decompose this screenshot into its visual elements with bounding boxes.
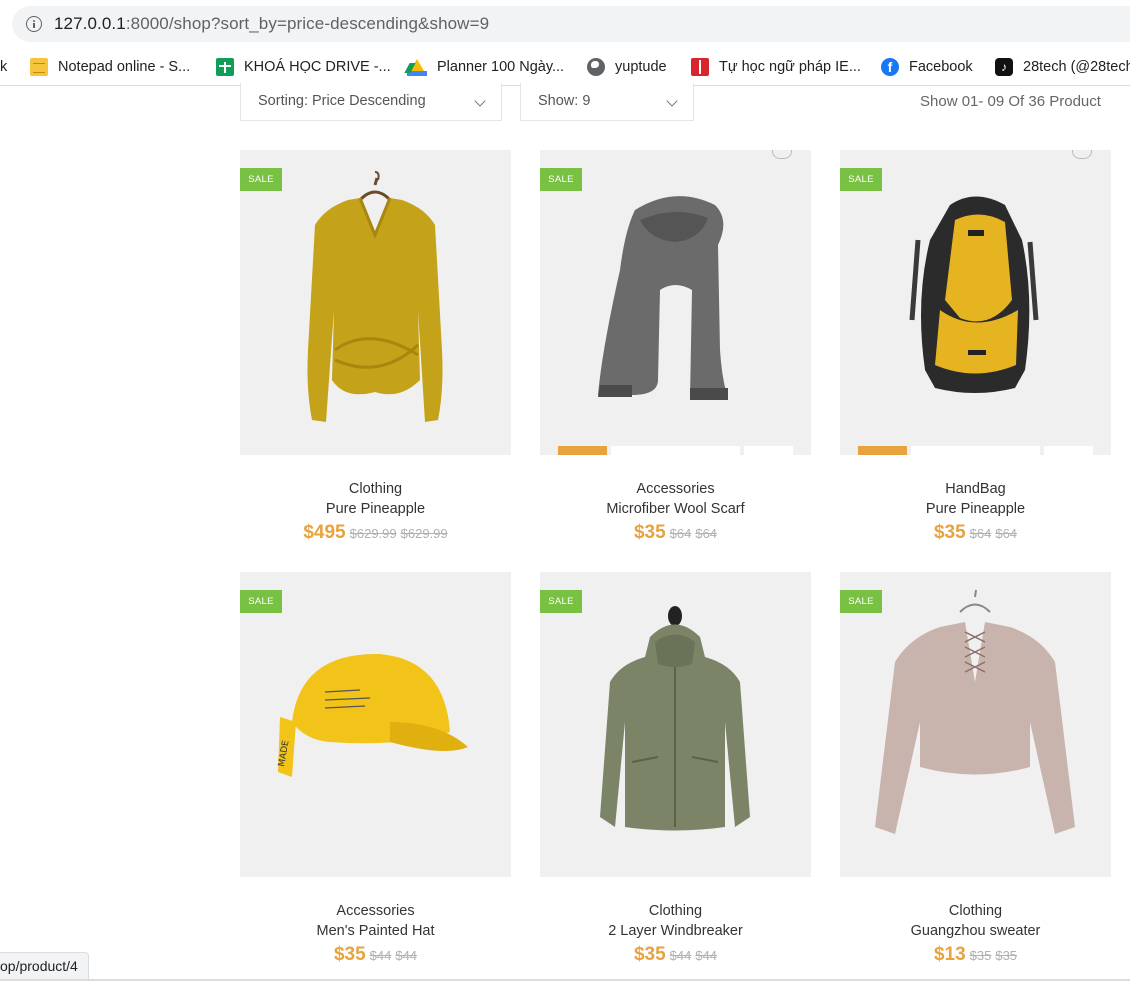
old-price: $629.99 xyxy=(349,526,397,541)
address-bar: 127.0.0.1:8000/shop?sort_by=price-descen… xyxy=(0,0,1130,48)
old-price: $64 xyxy=(969,526,992,541)
product-name[interactable]: Men's Painted Hat xyxy=(240,923,511,939)
compare-button[interactable] xyxy=(744,446,793,455)
add-to-cart-button[interactable] xyxy=(858,446,907,455)
current-price: $13 xyxy=(933,944,966,965)
bookmark-khoa-hoc-drive[interactable]: KHOÁ HỌC DRIVE -... xyxy=(216,56,391,78)
product-image[interactable]: MADE xyxy=(240,572,511,877)
old-price: $64 xyxy=(695,526,718,541)
product-name[interactable]: 2 Layer Windbreaker xyxy=(540,923,811,939)
product-price: $35 $44 $44 xyxy=(540,944,811,966)
drive-icon xyxy=(407,58,427,76)
sorting-label: Sorting: Price Descending xyxy=(258,93,426,109)
old-price: $35 xyxy=(969,948,992,963)
old-price: $35 xyxy=(995,948,1018,963)
tiktok-icon: ♪ xyxy=(995,58,1013,76)
sale-badge: SALE xyxy=(240,168,282,191)
sale-badge: SALE xyxy=(840,168,882,191)
bookmarks-bar: k Notepad online - S... KHOÁ HỌC DRIVE -… xyxy=(0,48,1130,86)
add-to-cart-button[interactable] xyxy=(558,446,607,455)
old-price: $44 xyxy=(669,948,692,963)
current-price: $35 xyxy=(933,522,966,543)
bookmark-planner[interactable]: Planner 100 Ngày... xyxy=(407,56,564,78)
sheets-icon xyxy=(216,58,234,76)
old-price: $44 xyxy=(695,948,718,963)
show-label: Show: 9 xyxy=(538,93,591,109)
yellow-cap-image: MADE xyxy=(277,653,468,777)
bookmark-28tech[interactable]: ♪ 28tech (@28tech xyxy=(995,56,1130,78)
yellow-backpack-image xyxy=(909,196,1039,393)
old-price: $629.99 xyxy=(400,526,448,541)
info-icon[interactable] xyxy=(26,16,42,32)
quick-view-button[interactable] xyxy=(911,446,1040,455)
product-category[interactable]: Accessories xyxy=(240,903,511,919)
bookmark-tu-hoc[interactable]: Tự học ngữ pháp IE... xyxy=(691,56,861,78)
current-price: $495 xyxy=(303,522,346,543)
product-price: $495 $629.99 $629.99 xyxy=(240,522,511,544)
chevron-down-icon xyxy=(474,95,486,107)
old-price: $64 xyxy=(669,526,692,541)
compare-button[interactable] xyxy=(1044,446,1093,455)
yellow-sweater-image xyxy=(307,171,443,422)
product-name[interactable]: Guangzhou sweater xyxy=(840,923,1111,939)
sale-badge: SALE xyxy=(540,168,582,191)
quick-view-button[interactable] xyxy=(611,446,740,455)
sale-badge: SALE xyxy=(540,590,582,613)
product-image[interactable] xyxy=(540,150,811,455)
notepad-icon xyxy=(30,58,48,76)
product-category[interactable]: Clothing xyxy=(540,903,811,919)
product-category[interactable]: HandBag xyxy=(840,481,1111,497)
current-price: $35 xyxy=(333,944,366,965)
bookmark-notepad[interactable]: Notepad online - S... xyxy=(30,56,190,78)
product-price: $13 $35 $35 xyxy=(840,944,1111,966)
product-price: $35 $64 $64 xyxy=(840,522,1111,544)
product-category[interactable]: Clothing xyxy=(840,903,1111,919)
bookmark-item[interactable]: k xyxy=(0,56,7,78)
grey-scarf-image xyxy=(598,196,728,400)
product-category[interactable]: Clothing xyxy=(240,481,511,497)
product-category[interactable]: Accessories xyxy=(540,481,811,497)
sale-badge: SALE xyxy=(240,590,282,613)
pink-sweater-image xyxy=(875,589,1075,834)
facebook-icon: f xyxy=(881,58,899,76)
product-price: $35 $64 $64 xyxy=(540,522,811,544)
current-price: $35 xyxy=(633,944,666,965)
show-select[interactable]: Show: 9 xyxy=(520,83,694,121)
product-name[interactable]: Pure Pineapple xyxy=(240,501,511,517)
sorting-select[interactable]: Sorting: Price Descending xyxy=(240,83,502,121)
url-field[interactable]: 127.0.0.1:8000/shop?sort_by=price-descen… xyxy=(12,6,1130,42)
chevron-down-icon xyxy=(666,95,678,107)
result-count: Show 01- 09 Of 36 Product xyxy=(920,93,1101,110)
product-price: $35 $44 $44 xyxy=(240,944,511,966)
globe-icon xyxy=(587,58,605,76)
current-price: $35 xyxy=(633,522,666,543)
bookmark-yuptude[interactable]: yuptude xyxy=(587,56,667,78)
green-jacket-image xyxy=(600,606,750,831)
url-text[interactable]: 127.0.0.1:8000/shop?sort_by=price-descen… xyxy=(54,14,489,34)
book-icon xyxy=(691,58,709,76)
bookmark-facebook[interactable]: f Facebook xyxy=(881,56,973,78)
old-price: $64 xyxy=(995,526,1018,541)
product-name[interactable]: Microfiber Wool Scarf xyxy=(540,501,811,517)
product-image[interactable] xyxy=(840,572,1111,877)
old-price: $44 xyxy=(395,948,418,963)
product-image[interactable] xyxy=(540,572,811,877)
status-url-preview: op/product/4 xyxy=(0,952,89,980)
product-image[interactable] xyxy=(240,150,511,455)
product-image[interactable] xyxy=(840,150,1111,455)
old-price: $44 xyxy=(369,948,392,963)
product-name[interactable]: Pure Pineapple xyxy=(840,501,1111,517)
sale-badge: SALE xyxy=(840,590,882,613)
